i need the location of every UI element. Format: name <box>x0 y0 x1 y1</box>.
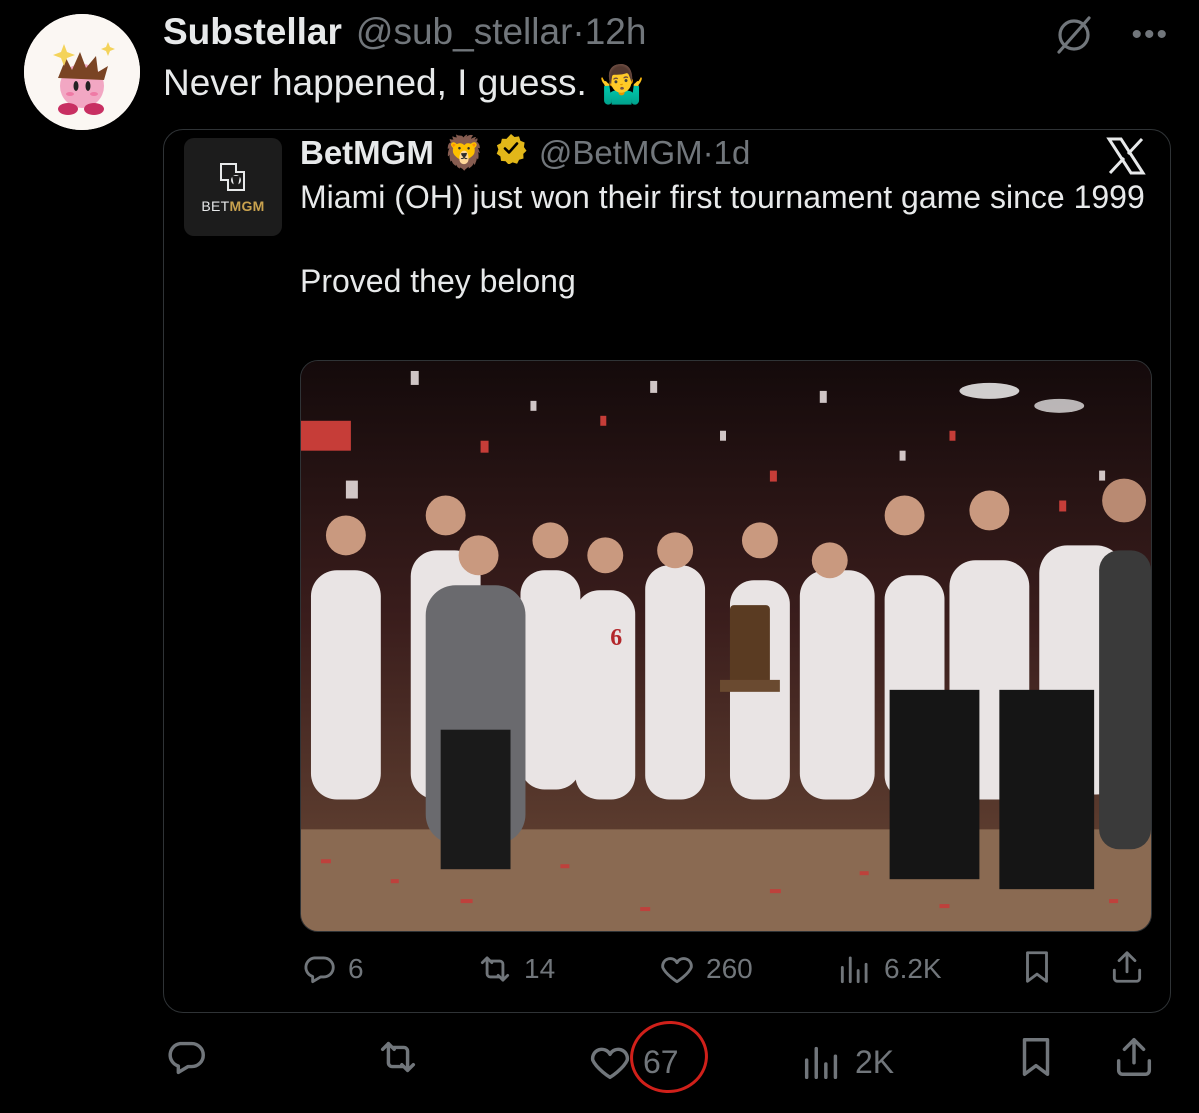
bookmark-button[interactable] <box>1013 1034 1059 1080</box>
lion-emoji: 🦁 <box>443 133 485 171</box>
quote-reply-button[interactable]: 6 <box>300 948 364 990</box>
share-icon <box>1112 951 1142 983</box>
shrug-emoji: 🤷‍♂️ <box>598 64 645 106</box>
quote-separator-dot: · <box>702 133 714 171</box>
quote-avatar[interactable]: BETMGM <box>184 138 282 236</box>
x-logo-icon[interactable] <box>1106 136 1146 176</box>
reply-icon <box>168 1041 205 1075</box>
views-icon <box>804 1046 838 1080</box>
avatar[interactable] <box>24 14 140 130</box>
team-celebration-photo: 6 <box>301 361 1151 931</box>
tweet-header: Substellar @sub_stellar·12h <box>163 10 646 54</box>
quote-text-line-1: Miami (OH) just won their first tourname… <box>300 179 1145 215</box>
tweet-actions-bar: 67 2K <box>163 1015 1173 1099</box>
svg-text:6: 6 <box>610 625 622 651</box>
tweet-top-actions: ••• <box>1053 14 1169 56</box>
like-count: 67 <box>643 1044 679 1080</box>
tweet[interactable]: Substellar @sub_stellar·12h ••• Never hap… <box>0 0 1199 1113</box>
quote-header: BetMGM 🦁 @BetMGM · 1d <box>300 132 750 173</box>
bookmark-icon <box>1022 1038 1050 1076</box>
quote-repost-button[interactable]: 14 <box>476 948 555 990</box>
quote-display-name[interactable]: BetMGM <box>300 133 434 173</box>
quote-text: Miami (OH) just won their first tourname… <box>300 176 1150 302</box>
like-icon <box>661 957 693 984</box>
like-button[interactable]: 67 <box>587 1034 679 1090</box>
quote-text-line-2: Proved they belong <box>300 263 576 299</box>
tweet-text-body: Never happened, I guess. <box>163 62 587 103</box>
quote-views-button[interactable]: 6.2K <box>836 948 942 990</box>
quote-repost-count: 14 <box>524 953 556 984</box>
like-icon <box>590 1047 630 1080</box>
repost-icon <box>380 1041 416 1073</box>
quote-media-photo[interactable]: 6 <box>300 360 1152 932</box>
share-icon <box>1116 1038 1152 1076</box>
more-icon[interactable]: ••• <box>1131 20 1169 50</box>
share-button[interactable] <box>1111 1034 1157 1080</box>
repost-button[interactable] <box>375 1034 431 1080</box>
quote-timestamp[interactable]: 1d <box>714 133 751 173</box>
quote-like-button[interactable]: 260 <box>658 948 753 990</box>
views-icon <box>840 956 868 984</box>
display-name[interactable]: Substellar <box>163 11 342 52</box>
quote-views-count: 6.2K <box>884 953 942 984</box>
timestamp[interactable]: 12h <box>585 11 647 52</box>
quote-bookmark-button[interactable] <box>1018 948 1056 986</box>
quote-like-count: 260 <box>706 953 753 984</box>
quote-handle[interactable]: @BetMGM <box>539 133 703 173</box>
lion-logo-icon <box>220 163 245 191</box>
reply-button[interactable] <box>163 1034 219 1080</box>
tweet-text: Never happened, I guess. 🤷‍♂️ <box>163 60 645 108</box>
repost-icon <box>480 956 510 982</box>
quote-share-button[interactable] <box>1108 948 1146 986</box>
quote-reply-count: 6 <box>348 953 364 984</box>
avatar-image <box>24 14 140 130</box>
views-count: 2K <box>855 1044 895 1080</box>
handle[interactable]: @sub_stellar <box>356 11 573 52</box>
verified-badge-icon <box>495 132 527 173</box>
quote-actions-bar: 6 14 260 6.2K <box>300 948 1152 990</box>
logo-text: BETMGM <box>201 198 265 214</box>
bookmark-icon <box>1026 951 1048 983</box>
grok-icon[interactable] <box>1053 14 1095 56</box>
quoted-tweet[interactable]: BETMGM BetMGM 🦁 @BetMGM · 1d Miami (OH) ju… <box>163 129 1171 1013</box>
reply-icon <box>304 956 335 984</box>
views-button[interactable]: 2K <box>799 1034 894 1090</box>
separator-dot: · <box>572 11 585 52</box>
